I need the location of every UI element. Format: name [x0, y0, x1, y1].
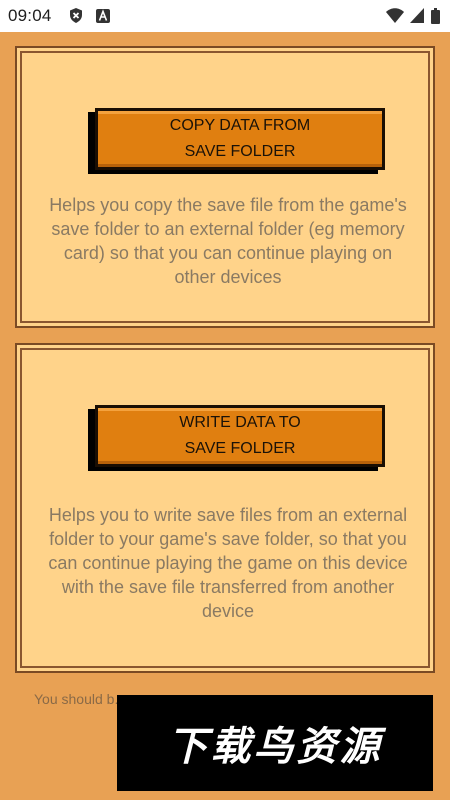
watermark-logo: 下载鸟资源	[117, 695, 433, 791]
status-time: 09:04	[8, 6, 52, 25]
copy-data-button-label: COPY DATA FROM SAVE FOLDER	[140, 113, 340, 165]
write-label-line1: WRITE DATA TO	[179, 414, 301, 431]
copy-data-button[interactable]: COPY DATA FROM SAVE FOLDER	[88, 108, 393, 174]
battery-icon	[430, 7, 440, 24]
write-data-panel: WRITE DATA TO SAVE FOLDER Helps you to w…	[15, 343, 435, 673]
copy-data-description: Helps you copy the save file from the ga…	[49, 195, 407, 287]
write-data-button-label: WRITE DATA TO SAVE FOLDER	[140, 410, 340, 462]
copy-label-line1: COPY DATA FROM	[169, 117, 311, 134]
main-content: COPY DATA FROM SAVE FOLDER Helps you cop…	[0, 32, 450, 800]
wifi-icon	[386, 8, 404, 23]
watermark-text: 下载鸟资源	[167, 725, 383, 769]
copy-data-panel: COPY DATA FROM SAVE FOLDER Helps you cop…	[15, 46, 435, 328]
copy-label-line2: SAVE FOLDER	[184, 143, 296, 160]
write-data-button[interactable]: WRITE DATA TO SAVE FOLDER	[88, 405, 393, 471]
shield-x-icon	[68, 8, 83, 23]
copy-data-button-face[interactable]: COPY DATA FROM SAVE FOLDER	[95, 108, 385, 170]
status-bar: 09:04	[0, 0, 450, 32]
write-data-button-face[interactable]: WRITE DATA TO SAVE FOLDER	[95, 405, 385, 467]
write-data-description: Helps you to write save files from an ex…	[48, 505, 408, 621]
footer-note: You should b...	[34, 691, 127, 707]
a-letter-icon	[95, 8, 110, 23]
write-label-line2: SAVE FOLDER	[184, 440, 296, 457]
cell-signal-icon	[409, 8, 424, 23]
